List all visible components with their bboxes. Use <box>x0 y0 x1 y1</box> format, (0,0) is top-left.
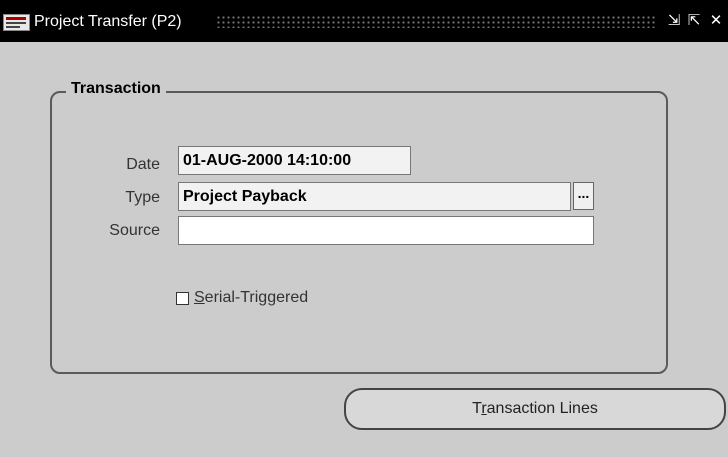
transaction-group-title: Transaction <box>66 80 166 98</box>
serial-triggered-mnemonic: S <box>194 289 205 306</box>
title-bar[interactable]: Project Transfer (P2) ⇲ ⇱ ✕ <box>0 0 728 42</box>
date-label: Date <box>126 156 160 173</box>
serial-triggered-checkbox[interactable] <box>176 292 189 305</box>
title-bar-grip <box>216 15 656 28</box>
maximize-icon[interactable]: ⇱ <box>686 11 702 31</box>
serial-triggered-label-text: erial-Triggered <box>204 289 309 306</box>
oracle-app-icon <box>3 14 30 31</box>
transaction-lines-button[interactable]: Transaction Lines <box>344 388 726 430</box>
type-field[interactable]: Project Payback <box>178 182 571 211</box>
source-label: Source <box>109 222 160 239</box>
type-list-of-values-button[interactable]: ... <box>573 182 594 210</box>
source-field[interactable] <box>178 216 594 245</box>
minimize-icon[interactable]: ⇲ <box>666 11 682 31</box>
date-field[interactable]: 01-AUG-2000 14:10:00 <box>178 146 411 175</box>
serial-triggered-label[interactable]: Serial-Triggered <box>194 289 308 307</box>
type-label: Type <box>125 189 160 206</box>
close-icon[interactable]: ✕ <box>708 11 724 31</box>
project-transfer-window: Project Transfer (P2) ⇲ ⇱ ✕ Transaction … <box>0 0 728 457</box>
window-title: Project Transfer (P2) <box>34 13 182 30</box>
transaction-lines-label-start: T <box>472 400 482 417</box>
transaction-lines-label-end: ansaction Lines <box>486 400 598 417</box>
